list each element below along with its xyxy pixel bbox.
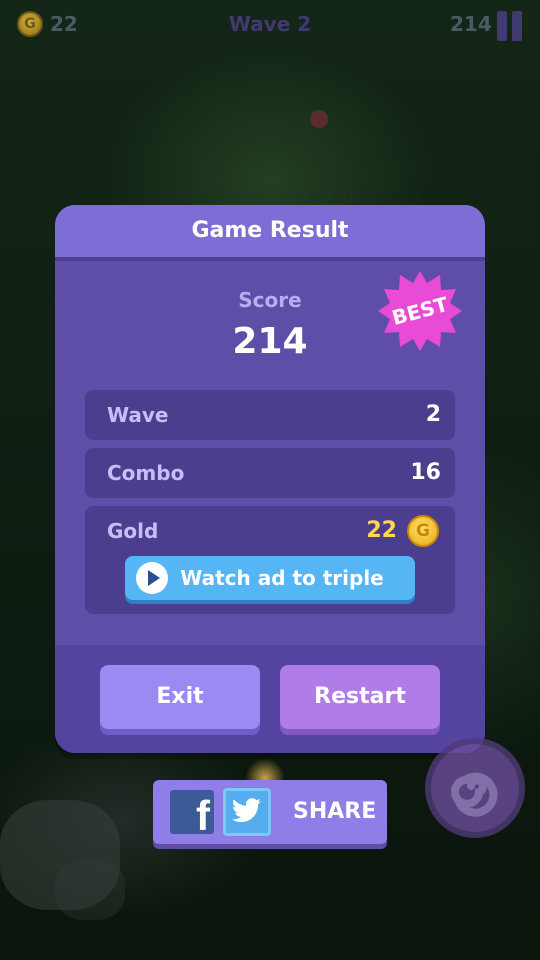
facebook-icon[interactable]: f bbox=[170, 790, 214, 839]
watch-ad-button[interactable]: Watch ad to triple bbox=[125, 556, 415, 600]
combo-value: 16 bbox=[410, 460, 441, 485]
combo-row: Combo 16 bbox=[85, 448, 455, 498]
wave-label: Wave bbox=[107, 403, 169, 427]
game-result-dialog: Game Result Score 214 BEST Wave 2 Combo … bbox=[55, 205, 485, 753]
gold-value: 22 bbox=[366, 518, 397, 543]
wave-row: Wave 2 bbox=[85, 390, 455, 440]
wave-value: 2 bbox=[425, 402, 441, 427]
best-badge: BEST bbox=[378, 269, 462, 353]
restart-button[interactable]: Restart bbox=[280, 665, 440, 729]
gold-label: Gold bbox=[107, 519, 159, 543]
gold-coin-icon: G bbox=[407, 515, 439, 547]
gold-row: Gold 22 G Watch ad to triple bbox=[85, 506, 455, 614]
play-icon bbox=[136, 562, 168, 594]
pause-icon-bar bbox=[512, 11, 522, 41]
exit-button[interactable]: Exit bbox=[100, 665, 260, 729]
share-label[interactable]: SHARE bbox=[293, 780, 376, 844]
skill-button[interactable] bbox=[425, 738, 525, 838]
dialog-title: Game Result bbox=[191, 218, 349, 243]
background-rock bbox=[55, 860, 125, 920]
facebook-glyph: f bbox=[196, 792, 210, 839]
hud-score: 214 bbox=[450, 12, 492, 36]
twitter-icon[interactable] bbox=[223, 788, 271, 836]
pause-button[interactable] bbox=[497, 11, 523, 41]
share-bar: f SHARE bbox=[153, 780, 387, 844]
enemy-sprite bbox=[310, 110, 328, 128]
pause-icon-bar bbox=[497, 11, 507, 41]
combo-label: Combo bbox=[107, 461, 185, 485]
swirl-icon bbox=[451, 772, 498, 817]
watch-ad-label: Watch ad to triple bbox=[180, 566, 384, 590]
twitter-bird-icon bbox=[232, 798, 261, 823]
